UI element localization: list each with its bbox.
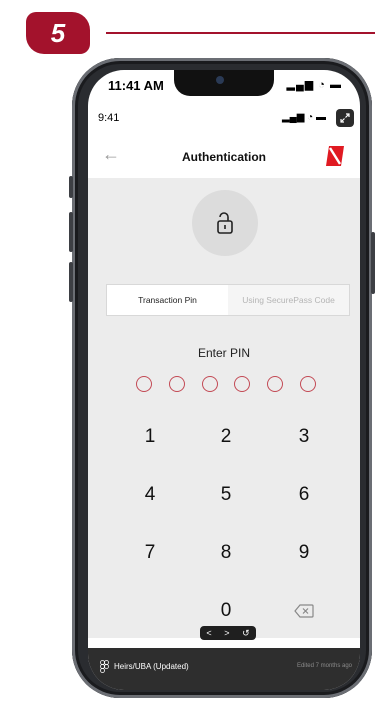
pin-dot xyxy=(136,376,152,392)
phone-volume-up xyxy=(69,212,73,252)
pin-dot xyxy=(168,376,185,392)
pin-dot xyxy=(299,376,316,392)
keypad-key-1[interactable]: 1 xyxy=(130,420,170,454)
device-clock: 11:41 AM xyxy=(108,78,164,93)
pin-dot xyxy=(201,376,218,392)
unlock-icon xyxy=(217,212,233,234)
lock-badge xyxy=(192,190,258,256)
phone-silent-switch xyxy=(69,176,73,198)
device-status-bar: 11:41 AM ▂▄▆ ◔ ▬ xyxy=(88,70,360,100)
keypad-key-6[interactable]: 6 xyxy=(284,478,324,512)
expand-button[interactable] xyxy=(336,109,354,127)
tab-transaction-pin[interactable]: Transaction Pin xyxy=(107,285,228,315)
phone-power-button xyxy=(371,232,375,294)
figma-icon xyxy=(100,660,109,673)
page-title: Authentication xyxy=(182,150,266,164)
backspace-icon xyxy=(294,604,314,618)
backspace-button[interactable] xyxy=(284,594,324,628)
step-badge: 5 xyxy=(26,12,90,54)
edited-timestamp: Edited 7 months ago xyxy=(296,663,352,669)
pin-indicator xyxy=(136,376,316,396)
brand-logo-icon xyxy=(326,146,344,166)
file-title[interactable]: Heirs/UBA (Updated) xyxy=(114,662,189,671)
app-status-bar: 9:41 ▂▄▆ ◔ ▬ xyxy=(88,109,360,132)
phone-screen: 11:41 AM ▂▄▆ ◔ ▬ 9:41 ▂▄▆ ◔ ▬ ← Authenti… xyxy=(88,70,360,690)
tab-securepass-code[interactable]: Using SecurePass Code xyxy=(228,285,349,315)
step-number: 5 xyxy=(50,17,66,48)
keypad-key-3[interactable]: 3 xyxy=(284,420,324,454)
figma-footer-bar: Heirs/UBA (Updated) Edited 7 months ago xyxy=(88,648,360,690)
restart-icon[interactable]: ↺ xyxy=(242,628,250,639)
next-arrow-icon[interactable]: > xyxy=(224,628,229,638)
enter-pin-label: Enter PIN xyxy=(197,346,251,360)
prev-arrow-icon[interactable]: < xyxy=(206,628,211,638)
keypad-key-7[interactable]: 7 xyxy=(130,536,170,570)
app-header: ← Authentication xyxy=(88,138,360,178)
keypad-key-2[interactable]: 2 xyxy=(206,420,246,454)
keypad-key-5[interactable]: 5 xyxy=(206,478,246,512)
keypad-key-0[interactable]: 0 xyxy=(206,594,246,628)
pin-dot xyxy=(267,376,284,392)
pin-dot xyxy=(234,376,251,392)
app-clock: 9:41 xyxy=(98,112,120,124)
auth-method-tabs: Transaction Pin Using SecurePass Code xyxy=(106,284,350,316)
keypad-key-4[interactable]: 4 xyxy=(130,478,170,512)
phone-volume-down xyxy=(69,262,73,302)
expand-icon xyxy=(340,113,350,123)
app-status-icons: ▂▄▆ ◔ ▬ xyxy=(281,112,326,123)
auth-content: Transaction Pin Using SecurePass Code En… xyxy=(88,178,360,638)
keypad-key-8[interactable]: 8 xyxy=(206,536,246,570)
prototype-nav-widget: < > ↺ xyxy=(200,626,256,640)
step-divider-line xyxy=(106,32,375,34)
keypad-key-9[interactable]: 9 xyxy=(284,536,324,570)
device-status-icons: ▂▄▆ ◔ ▬ xyxy=(286,79,342,91)
